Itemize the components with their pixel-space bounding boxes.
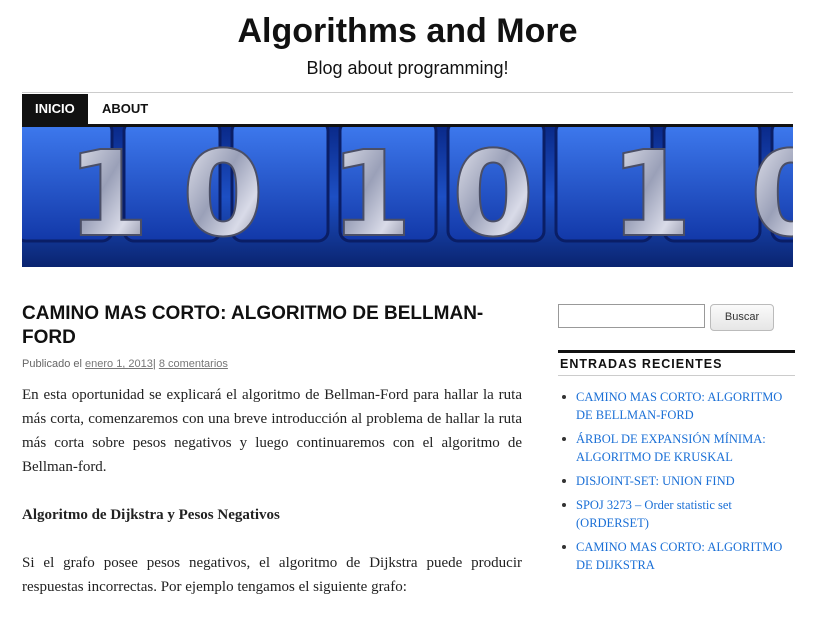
post-comments-link[interactable]: 8 comentarios — [159, 358, 228, 370]
header-banner-image: 101010 — [22, 127, 793, 267]
nav-item-inicio[interactable]: INICIO — [22, 94, 88, 124]
bullet-icon — [562, 479, 566, 483]
recent-post-link[interactable]: ÁRBOL DE EXPANSIÓN MÍNIMA: ALGORITMO DE … — [576, 432, 766, 464]
post-title[interactable]: CAMINO MAS CORTO: ALGORITMO DE BELLMAN-F… — [22, 302, 522, 350]
banner-digit: 1 — [67, 127, 149, 263]
post-date-link[interactable]: enero 1, 2013 — [85, 358, 153, 370]
bullet-icon — [562, 545, 566, 549]
recent-post-item: CAMINO MAS CORTO: ALGORITMO DE BELLMAN-F… — [558, 388, 793, 424]
site-title[interactable]: Algorithms and More — [0, 12, 815, 51]
bullet-icon — [562, 395, 566, 399]
post-meta: Publicado el enero 1, 2013| 8 comentario… — [22, 358, 228, 370]
post-paragraph: En esta oportunidad se explicará el algo… — [22, 387, 522, 475]
recent-post-link[interactable]: SPOJ 3273 – Order statistic set (ORDERSE… — [576, 498, 732, 530]
recent-post-link[interactable]: CAMINO MAS CORTO: ALGORITMO DE DIJKSTRA — [576, 540, 782, 572]
recent-post-link[interactable]: CAMINO MAS CORTO: ALGORITMO DE BELLMAN-F… — [576, 390, 782, 422]
post-meta-prefix: Publicado el — [22, 358, 82, 370]
recent-post-item: DISJOINT-SET: UNION FIND — [558, 472, 793, 490]
recent-post-item: SPOJ 3273 – Order statistic set (ORDERSE… — [558, 496, 793, 532]
post-subheading: Algoritmo de Dijkstra y Pesos Negativos — [22, 507, 280, 523]
banner-digit: 1 — [330, 127, 412, 263]
banner-digit: 0 — [750, 127, 793, 263]
recent-posts-list: CAMINO MAS CORTO: ALGORITMO DE BELLMAN-F… — [558, 388, 793, 580]
nav-item-about[interactable]: ABOUT — [89, 94, 161, 124]
recent-post-link[interactable]: DISJOINT-SET: UNION FIND — [576, 474, 735, 488]
banner-digit: 0 — [452, 127, 534, 263]
post-content: En esta oportunidad se explicará el algo… — [22, 383, 522, 623]
recent-post-item: CAMINO MAS CORTO: ALGORITMO DE DIJKSTRA — [558, 538, 793, 574]
post-paragraph: Si el grafo posee pesos negativos, el al… — [22, 555, 522, 595]
banner-digit: 0 — [182, 127, 264, 263]
bullet-icon — [562, 437, 566, 441]
bullet-icon — [562, 503, 566, 507]
recent-posts-heading: ENTRADAS RECIENTES — [558, 350, 795, 376]
recent-post-item: ÁRBOL DE EXPANSIÓN MÍNIMA: ALGORITMO DE … — [558, 430, 793, 466]
search-input[interactable] — [558, 304, 705, 328]
site-description: Blog about programming! — [306, 58, 509, 78]
search-button[interactable]: Buscar — [710, 304, 774, 331]
post-meta-separator: | — [152, 358, 156, 370]
banner-digit: 1 — [610, 127, 692, 263]
header-divider — [22, 92, 793, 93]
main-nav: INICIO ABOUT — [22, 94, 793, 127]
